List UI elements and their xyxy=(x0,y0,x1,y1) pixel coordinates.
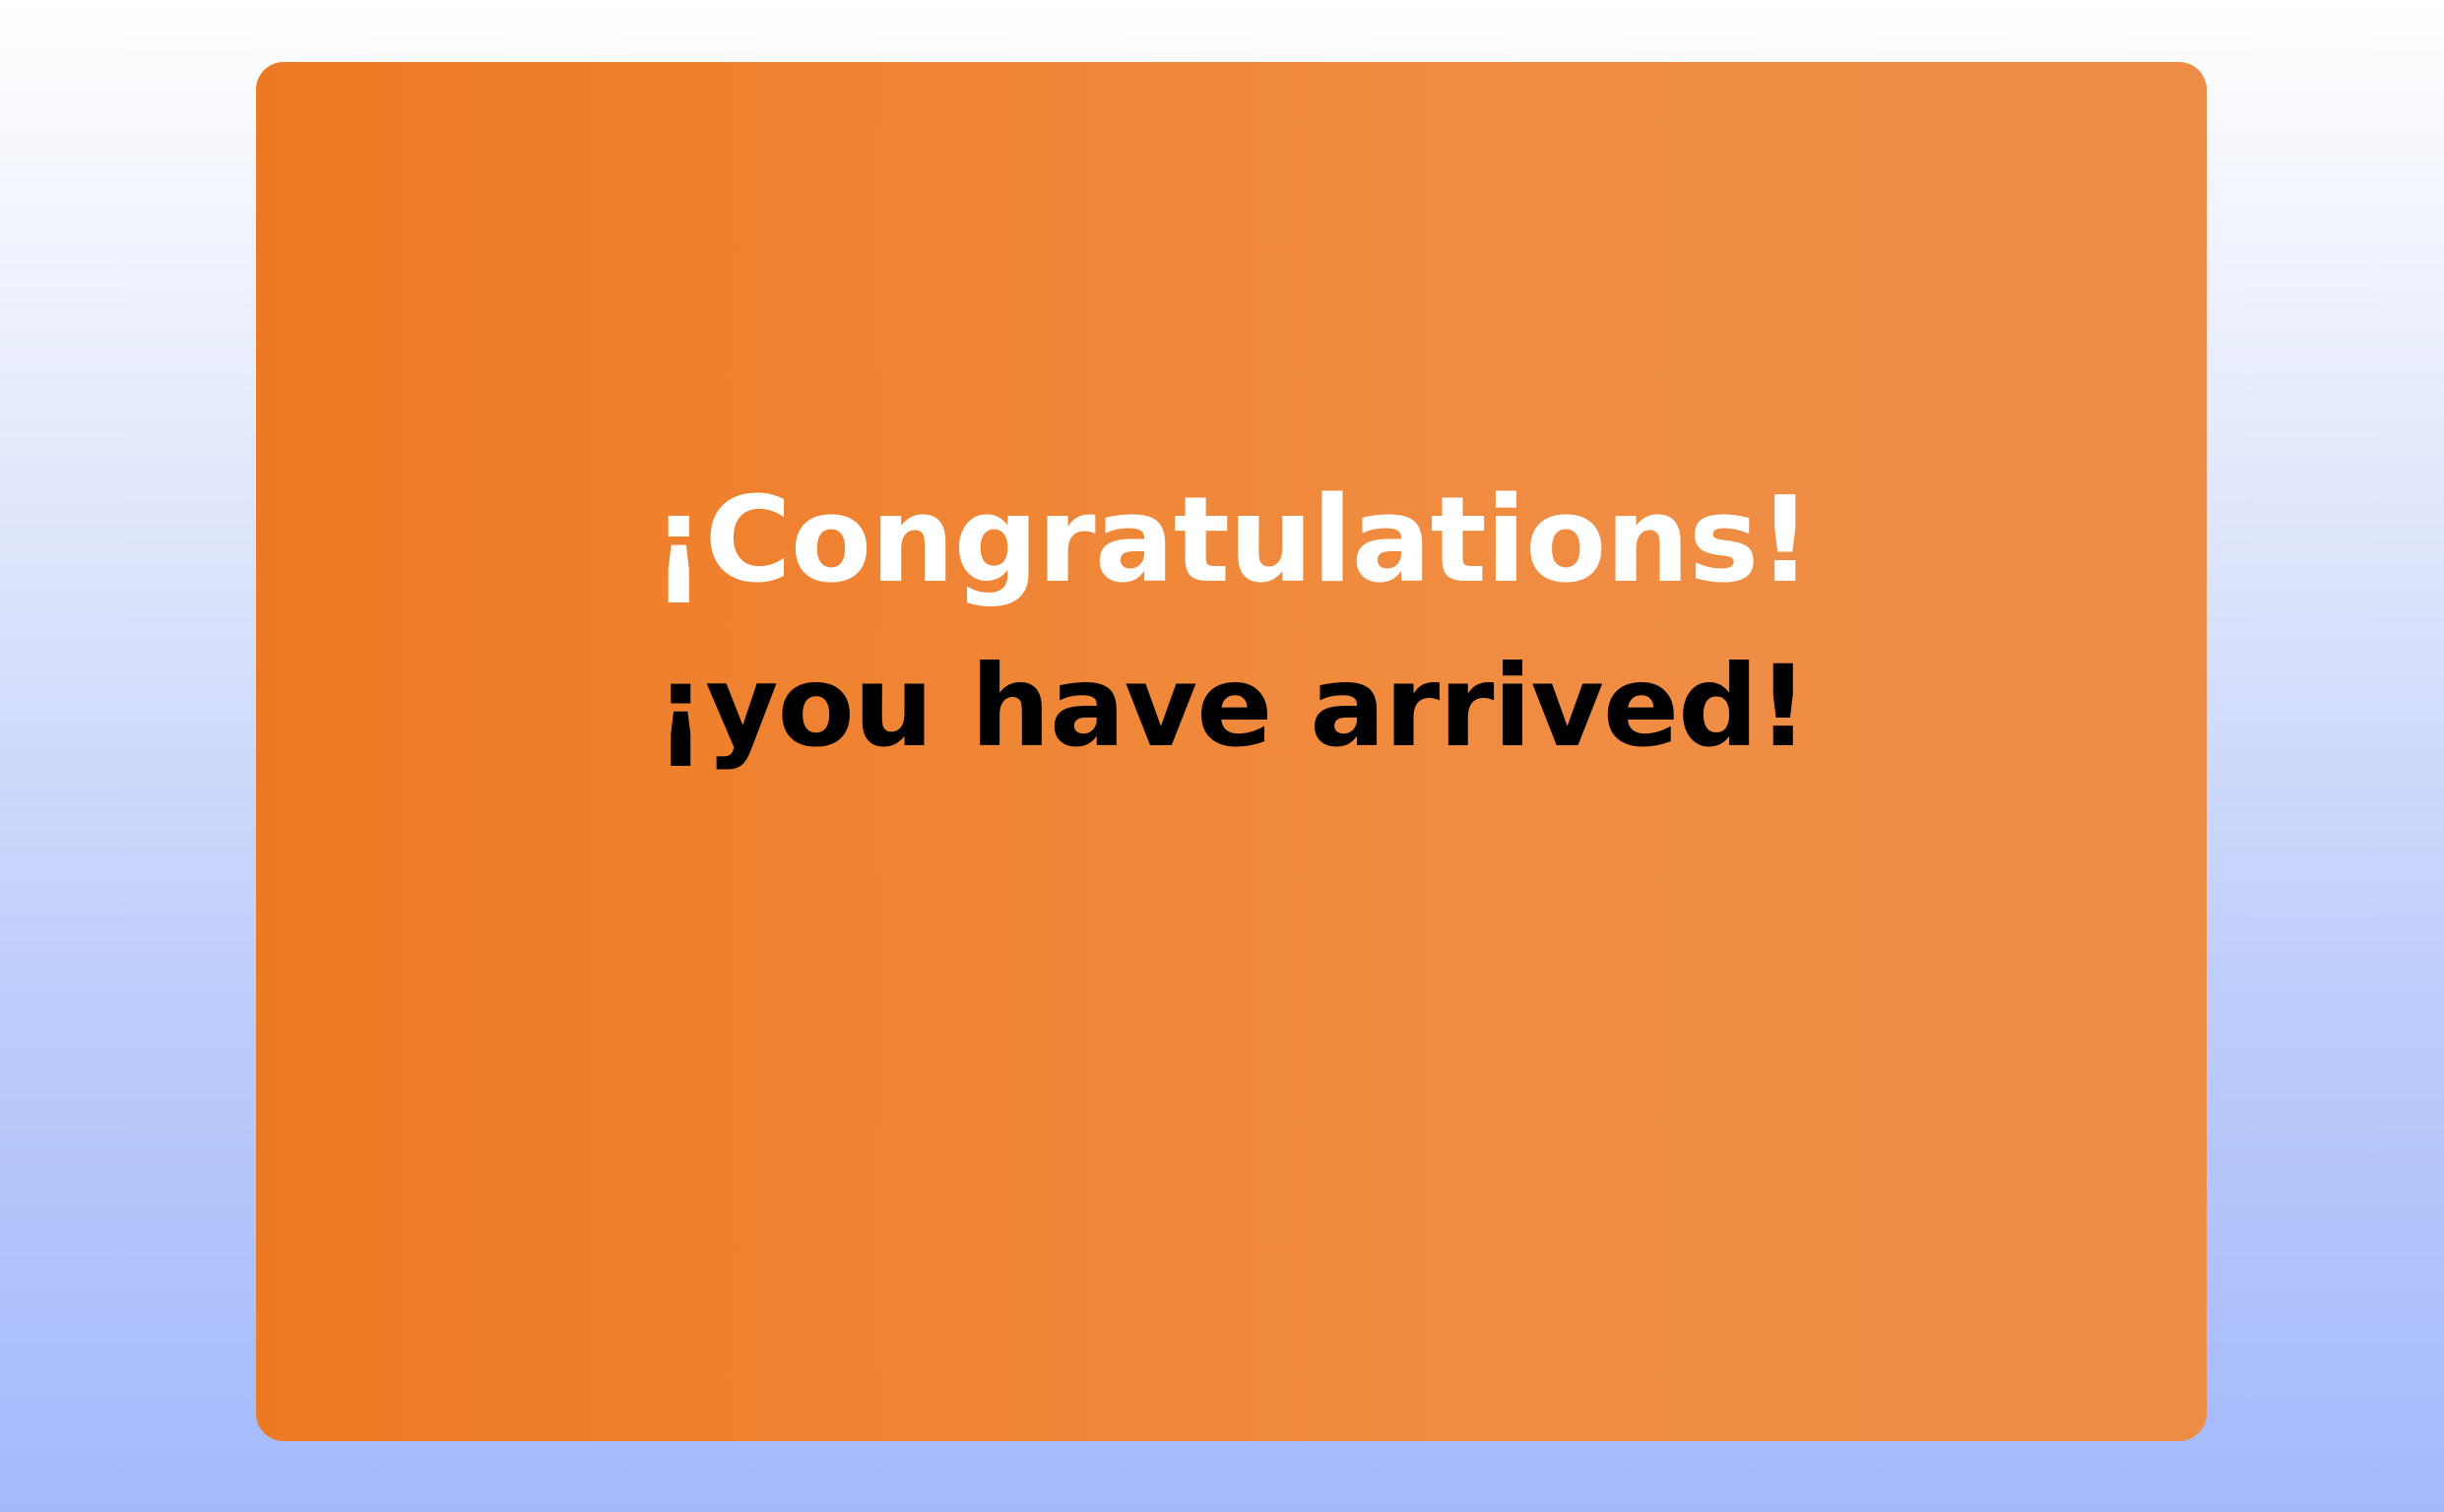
congratulations-card: ¡Congratulations! ¡you have arrived! xyxy=(256,62,2207,1441)
arrival-message: ¡you have arrived! xyxy=(655,641,1809,772)
congratulations-headline: ¡Congratulations! xyxy=(651,472,1812,609)
